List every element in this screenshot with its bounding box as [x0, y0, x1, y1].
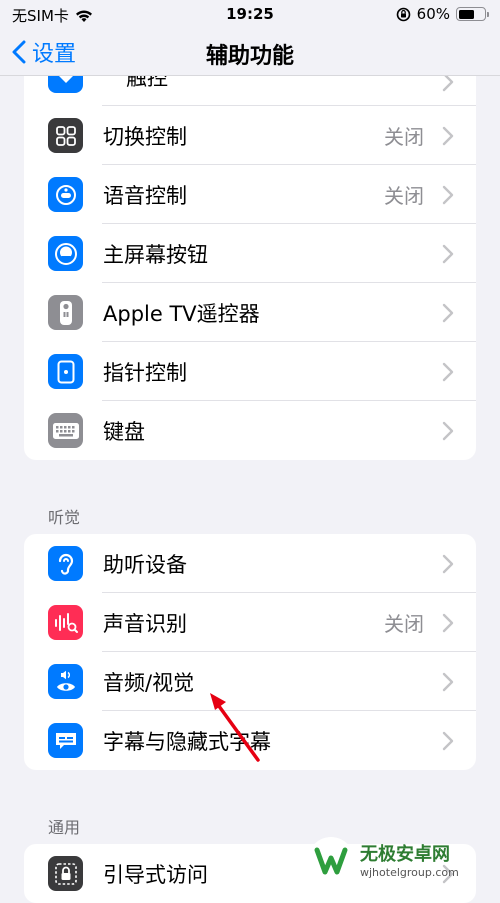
settings-group-hearing: 助听设备 声音识别 关闭 音频/视觉 字幕与隐藏式字幕: [24, 534, 476, 770]
watermark-subtitle: wjhotelgroup.com: [360, 866, 459, 879]
settings-row-keyboard[interactable]: 键盘: [24, 401, 476, 460]
home-button-icon: [48, 236, 83, 271]
section-header-hearing: 听觉: [48, 508, 81, 527]
settings-row-label: 声音识别: [103, 611, 187, 636]
settings-row-label: 主屏幕按钮: [103, 242, 208, 267]
settings-row-label: 指针控制: [103, 360, 187, 385]
settings-row-pointer-control[interactable]: 指针控制: [24, 342, 476, 401]
chevron-right-icon: [442, 244, 454, 263]
watermark-logo-icon: [308, 836, 354, 883]
watermark-title: 无极安卓网: [360, 844, 450, 865]
settings-row-label: 语音控制: [103, 183, 187, 208]
battery-fill: [458, 9, 474, 19]
navigation-bar: 设置 辅助功能: [0, 28, 500, 76]
settings-row-label: 助听设备: [103, 552, 187, 577]
chevron-right-icon: [442, 613, 454, 632]
settings-row-label: 音频/视觉: [103, 670, 195, 695]
battery-icon: [456, 7, 489, 21]
settings-row-subtitles-captioning[interactable]: 字幕与隐藏式字幕: [24, 711, 476, 770]
touch-icon: [48, 76, 83, 93]
settings-row-sound-recognition[interactable]: 声音识别 关闭: [24, 593, 476, 652]
pointer-control-icon: [48, 354, 83, 389]
status-bar: 无SIM卡 19:25 60%: [0, 0, 500, 28]
settings-group-interaction: 触控 切换控制 关闭 语音控制 关闭 主屏幕按钮 Apple TV遥控器 指针控…: [24, 76, 476, 460]
settings-row-label: 切换控制: [103, 124, 187, 149]
chevron-right-icon: [442, 362, 454, 381]
chevron-right-icon: [442, 185, 454, 204]
audio-visual-icon: [48, 664, 83, 699]
settings-row-value: 关闭: [384, 612, 424, 636]
settings-row-value: 关闭: [384, 184, 424, 208]
settings-row-hearing-devices[interactable]: 助听设备: [24, 534, 476, 593]
keyboard-icon: [48, 413, 83, 448]
chevron-right-icon: [442, 421, 454, 440]
chevron-right-icon: [442, 126, 454, 145]
settings-row-home-button[interactable]: 主屏幕按钮: [24, 224, 476, 283]
page-title: 辅助功能: [205, 44, 294, 69]
settings-row-audio-visual[interactable]: 音频/视觉: [24, 652, 476, 711]
chevron-right-icon: [442, 731, 454, 750]
guided-access-icon: [48, 856, 83, 891]
settings-row-label: 字幕与隐藏式字幕: [103, 729, 271, 754]
battery-percent: 60%: [416, 5, 450, 23]
chevron-right-icon: [442, 672, 454, 691]
chevron-right-icon: [442, 303, 454, 322]
settings-list: 触控 切换控制 关闭 语音控制 关闭 主屏幕按钮 Apple TV遥控器 指针控…: [0, 76, 500, 903]
sound-recognition-icon: [48, 605, 83, 640]
settings-row-label: 键盘: [103, 419, 145, 444]
chevron-right-icon: [442, 554, 454, 573]
settings-row-label: Apple TV遥控器: [103, 301, 260, 326]
hearing-device-icon: [48, 546, 83, 581]
subtitles-icon: [48, 723, 83, 758]
settings-row-apple-tv-remote[interactable]: Apple TV遥控器: [24, 283, 476, 342]
settings-row-switch-control[interactable]: 切换控制 关闭: [24, 106, 476, 165]
settings-row-voice-control[interactable]: 语音控制 关闭: [24, 165, 476, 224]
settings-row-label: 触控: [126, 76, 168, 90]
watermark: 无极安卓网 wjhotelgroup.com: [308, 830, 500, 889]
settings-row-value: 关闭: [384, 125, 424, 149]
status-right: 60%: [396, 5, 489, 23]
voice-control-icon: [48, 177, 83, 212]
settings-row-touch[interactable]: 触控: [24, 76, 476, 106]
chevron-right-icon: [442, 76, 454, 92]
switch-control-icon: [48, 118, 83, 153]
remote-icon: [48, 295, 83, 330]
rotation-lock-icon: [396, 7, 410, 21]
